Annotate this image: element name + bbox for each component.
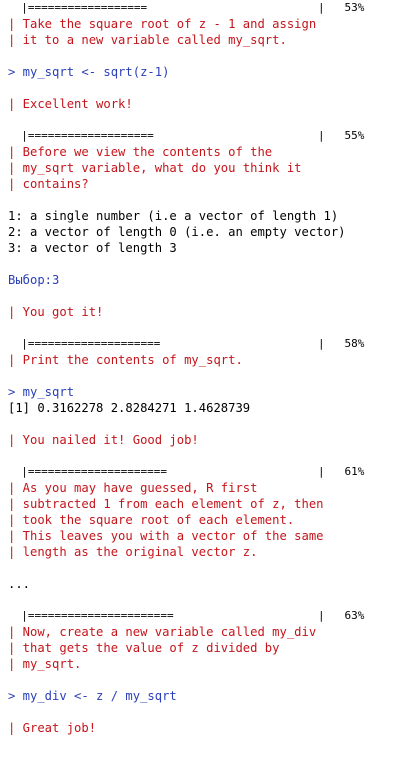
r-output-line: 2: a vector of length 0 (i.e. an empty v… [8,225,346,239]
r-output-line: [1] 0.3162278 2.8284271 1.4628739 [8,401,251,415]
swirl-message-line: | my_sqrt variable, what do you think it [8,161,302,175]
swirl-message-line: | my_sqrt. [8,657,82,671]
progress-track: |===================== [8,465,167,478]
swirl-message-line: | You got it! [8,305,104,319]
swirl-message-line: | Before we view the contents of the [8,145,273,159]
progress-bar: |===================== | 61% [8,464,398,480]
r-output-line: 3: a vector of length 3 [8,241,177,255]
progress-bar: |=================== | 55% [8,128,398,144]
r-command-line[interactable]: > my_sqrt [8,384,398,400]
swirl-message-line: | contains? [8,177,89,191]
selection-input-line[interactable]: Выбор:3 [8,272,398,288]
r-console-output[interactable]: |================== | 53% | Take the squar… [8,0,398,736]
swirl-message-line: | that gets the value of z divided by [8,641,280,655]
swirl-message-line: | it to a new variable called my_sqrt. [8,33,287,47]
r-output-line: 1: a single number (i.e a vector of leng… [8,209,339,223]
swirl-message-line: | This leaves you with a vector of the s… [8,529,324,543]
progress-percent: | 53% [318,1,365,14]
swirl-message-line: | Now, create a new variable called my_d… [8,625,317,639]
progress-track: |====================== [8,609,174,622]
swirl-message-line: | As you may have guessed, R first [8,481,258,495]
swirl-message-line: | Great job! [8,721,97,735]
progress-track: |=================== [8,129,154,142]
r-command-line[interactable]: > my_sqrt <- sqrt(z-1) [8,64,398,80]
swirl-message-line: | length as the original vector z. [8,545,258,559]
progress-percent: | 61% [318,465,365,478]
swirl-message-line: | took the square root of each element. [8,513,295,527]
swirl-message-line: | Take the square root of z - 1 and assi… [8,17,317,31]
progress-bar: |==================== | 58% [8,336,398,352]
progress-bar: |====================== | 63% [8,608,398,624]
progress-percent: | 63% [318,609,365,622]
progress-percent: | 55% [318,129,365,142]
swirl-message-line: | subtracted 1 from each element of z, t… [8,497,324,511]
swirl-message-line: | Excellent work! [8,97,133,111]
swirl-message-line: | Print the contents of my_sqrt. [8,353,243,367]
swirl-message-line: | You nailed it! Good job! [8,433,199,447]
r-command-line[interactable]: > my_div <- z / my_sqrt [8,688,398,704]
progress-track: |================== [8,1,148,14]
progress-bar: |================== | 53% [8,0,398,16]
progress-track: |==================== [8,337,161,350]
progress-percent: | 58% [318,337,365,350]
r-output-line: ... [8,577,31,591]
